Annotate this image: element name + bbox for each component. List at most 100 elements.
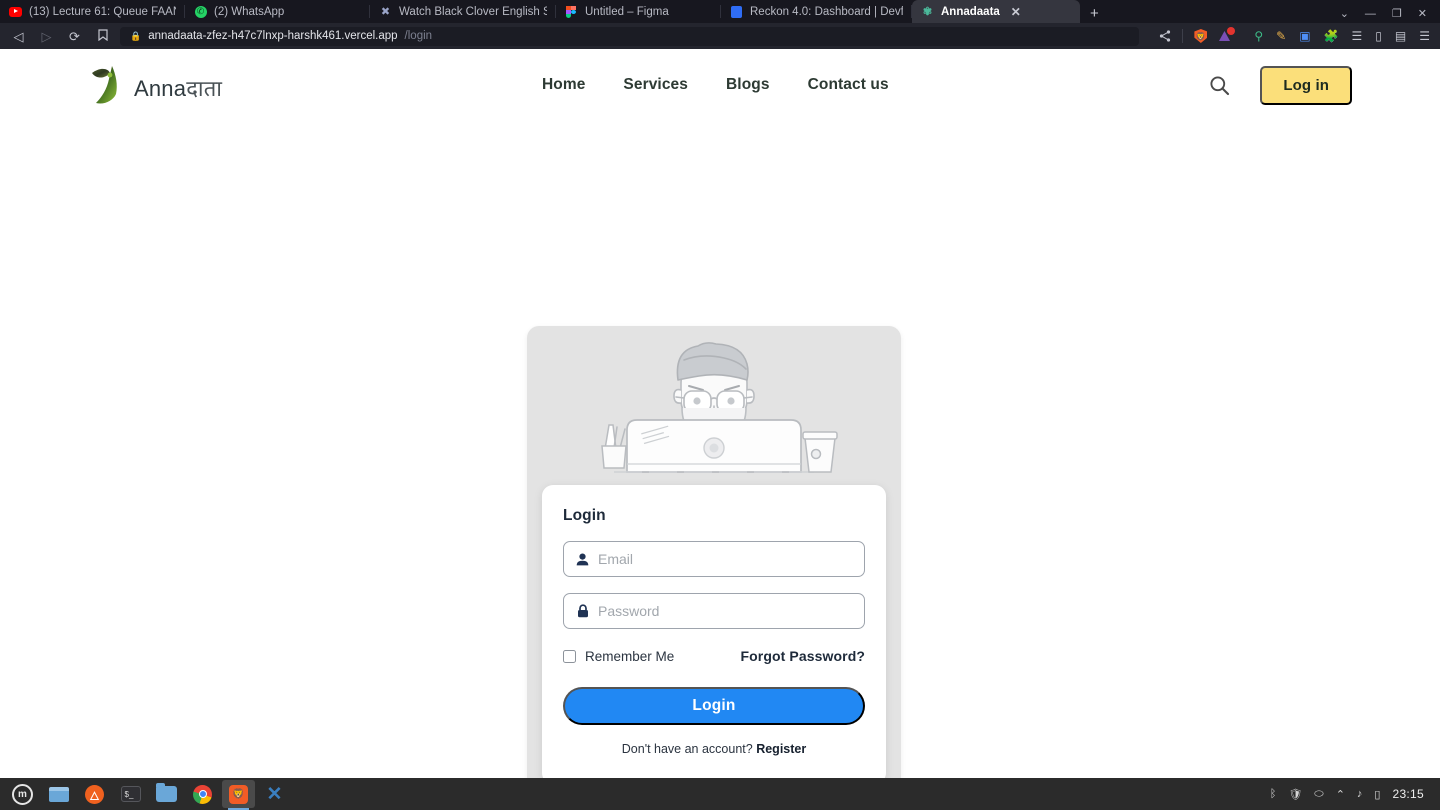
remember-me-checkbox[interactable] [563, 649, 576, 663]
devfolio-icon [730, 5, 743, 18]
register-prompt: Don't have an account? Register [563, 742, 865, 756]
brand-logo[interactable]: Annaदाता [88, 61, 222, 109]
nav-link-blogs[interactable]: Blogs [726, 76, 770, 94]
terminal-icon[interactable]: $_ [114, 780, 147, 808]
blue-box-icon[interactable]: ▣ [1299, 29, 1310, 43]
login-card: Login Remember Me [527, 326, 901, 778]
taskbar-clock[interactable]: 23:15 [1392, 787, 1424, 801]
header-login-button[interactable]: Log in [1260, 65, 1352, 105]
address-bar[interactable]: 🔒 annadaata-zfez-h47c7lnxp-harshk461.ver… [120, 26, 1140, 46]
form-options-row: Remember Me Forgot Password? [563, 648, 865, 664]
email-input[interactable] [598, 551, 852, 567]
annadaata-icon: ✾ [922, 6, 933, 18]
browser-tab-youtube[interactable]: (13) Lecture 61: Queue FAANG Inte [0, 0, 185, 23]
reload-icon[interactable]: ⟳ [66, 30, 83, 43]
login-form-panel: Login Remember Me [542, 485, 886, 778]
maximize-icon[interactable]: ❐ [1392, 7, 1402, 20]
lock-icon: 🔒 [130, 30, 142, 41]
anime-site-icon: ✖ [380, 6, 391, 18]
browser-tab-figma[interactable]: Untitled – Figma [556, 0, 721, 23]
url-host: annadaata-zfez-h47c7lnxp-harshk461.verce… [148, 30, 398, 42]
new-tab-button[interactable]: + [1080, 6, 1109, 23]
pencil-lock-icon[interactable]: ✎ [1276, 29, 1286, 43]
tab-title: Reckon 4.0: Dashboard | Devfolio [750, 5, 903, 18]
forward-icon[interactable]: ▷ [38, 30, 55, 43]
nav-link-home[interactable]: Home [542, 76, 585, 94]
lock-icon [576, 604, 589, 618]
brave-icon[interactable]: 🦁 [222, 780, 255, 810]
files-icon[interactable] [150, 780, 183, 808]
close-tab-icon[interactable]: ✕ [1011, 6, 1021, 18]
tab-strip: (13) Lecture 61: Queue FAANG Inte (2) Wh… [0, 0, 1440, 23]
page-viewport: Annaदाता Home Services Blogs Contact us … [0, 49, 1440, 778]
address-bar-area: 🔒 annadaata-zfez-h47c7lnxp-harshk461.ver… [98, 26, 1236, 46]
browser-toolbar: ◁ ▷ ⟳ 🔒 annadaata-zfez-h47c7lnxp-harshk4… [0, 23, 1440, 49]
firefox-icon[interactable]: 🜂 [78, 780, 111, 808]
close-window-icon[interactable]: ✕ [1418, 7, 1427, 20]
minimize-icon[interactable]: — [1365, 8, 1376, 20]
user-icon [576, 552, 589, 566]
system-tray: ᛒ 🛡 ⬭ ⌃ ♪ ▯ 23:15 [1270, 787, 1434, 801]
whatsapp-icon [194, 5, 207, 18]
browser-tab-annadaata[interactable]: ✾ Annadaata ✕ [912, 0, 1080, 23]
browser-tab-whatsapp[interactable]: (2) WhatsApp [185, 0, 370, 23]
login-form-title: Login [563, 507, 606, 524]
forgot-password-link[interactable]: Forgot Password? [741, 648, 866, 664]
badge-count [1227, 27, 1236, 35]
tab-title: Annadaata [941, 5, 1000, 18]
register-prompt-text: Don't have an account? [621, 742, 753, 756]
wallet-icon[interactable]: ▤ [1395, 29, 1406, 43]
puzzle-piece-icon[interactable]: 🧩 [1324, 29, 1339, 43]
music-icon[interactable]: ♪ [1357, 788, 1363, 800]
login-submit-button[interactable]: Login [563, 687, 865, 725]
remember-me-label: Remember Me [585, 648, 675, 664]
chrome-icon[interactable] [186, 780, 219, 808]
site-header: Annaदाता Home Services Blogs Contact us … [0, 49, 1440, 121]
toolbar-right-icons: 🦁 [1151, 27, 1236, 43]
email-field[interactable] [563, 541, 865, 577]
brave-shield-icon[interactable]: 🦁 [1194, 29, 1208, 43]
share-icon[interactable] [1159, 30, 1171, 42]
main-navigation: Home Services Blogs Contact us [542, 76, 889, 94]
nav-link-contact-us[interactable]: Contact us [808, 76, 889, 94]
remember-me-control[interactable]: Remember Me [563, 649, 674, 664]
bluetooth-icon[interactable]: ᛒ [1270, 788, 1277, 800]
window-controls: ⌄ — ❐ ✕ [1340, 7, 1440, 23]
reading-list-icon[interactable]: ☰ [1352, 29, 1363, 43]
green-marker-icon[interactable]: ⚲ [1254, 29, 1263, 43]
figma-icon [565, 5, 578, 18]
brand-name: Annaदाता [134, 76, 223, 101]
tab-title: Watch Black Clover English Sub/Du [399, 5, 547, 18]
linux-mint-menu-icon[interactable]: m [6, 780, 39, 808]
browser-window: (13) Lecture 61: Queue FAANG Inte (2) Wh… [0, 0, 1440, 810]
hamburger-menu-icon[interactable]: ☰ [1419, 29, 1430, 43]
bookmark-icon[interactable] [98, 28, 108, 44]
system-taskbar: m 🜂 $_ 🦁 ✕ ᛒ 🛡 ⬭ ⌃ ♪ ▯ 23:15 [0, 778, 1440, 810]
tab-title: (2) WhatsApp [214, 5, 285, 18]
window-switcher-icon[interactable] [42, 780, 75, 808]
register-link[interactable]: Register [756, 742, 806, 756]
password-field[interactable] [563, 593, 865, 629]
back-icon[interactable]: ◁ [10, 30, 27, 43]
notification-badge-icon[interactable] [1218, 27, 1236, 42]
extension-icons: ⚲ ✎ ▣ 🧩 ☰ ▯ ▤ ☰ [1246, 29, 1430, 43]
sidebar-panel-icon[interactable]: ▯ [1375, 29, 1382, 43]
tab-title: (13) Lecture 61: Queue FAANG Inte [29, 5, 176, 18]
header-actions: Log in [1208, 65, 1352, 105]
tab-title: Untitled – Figma [585, 5, 669, 18]
tab-search-icon[interactable]: ⌄ [1340, 7, 1349, 20]
search-icon[interactable] [1208, 74, 1230, 96]
battery-icon[interactable]: ▯ [1374, 788, 1380, 801]
youtube-icon [9, 5, 22, 18]
vscode-icon[interactable]: ✕ [258, 780, 291, 808]
toolbar-divider [1182, 29, 1184, 43]
wifi-icon[interactable]: ⌃ [1336, 788, 1345, 801]
browser-tab-devfolio[interactable]: Reckon 4.0: Dashboard | Devfolio [721, 0, 912, 23]
browser-tab-black-clover[interactable]: ✖ Watch Black Clover English Sub/Du [370, 0, 556, 23]
man-with-glasses-at-laptop-illustration [527, 326, 901, 486]
url-path: /login [404, 30, 433, 42]
shield-icon[interactable]: 🛡 [1288, 788, 1302, 801]
password-input[interactable] [598, 603, 852, 619]
nav-link-services[interactable]: Services [623, 76, 688, 94]
update-icon[interactable]: ⬭ [1314, 788, 1323, 801]
